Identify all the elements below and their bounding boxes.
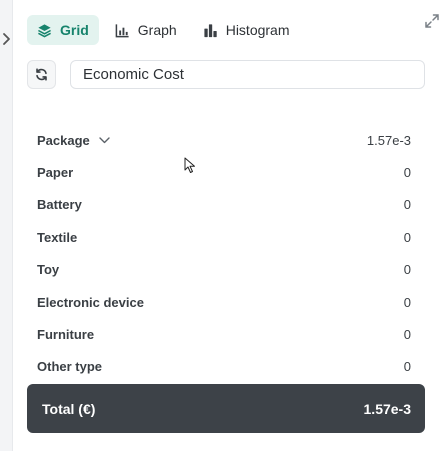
histogram-icon [204, 23, 217, 37]
collapse-panel-button[interactable] [1, 24, 23, 54]
table-row: Paper 0 [37, 156, 411, 188]
group-value: 1.57e-3 [366, 132, 411, 148]
metric-select[interactable]: Economic Cost [70, 60, 425, 89]
group-label: Package [37, 132, 90, 148]
table-row: Battery 0 [37, 189, 411, 221]
tab-histogram-label: Histogram [225, 22, 290, 38]
row-label: Furniture [37, 327, 95, 343]
table-row: Electronic device 0 [37, 286, 411, 318]
view-tabs: Grid Graph Histogram [27, 15, 300, 45]
group-toggle[interactable]: Package [37, 133, 110, 148]
row-label: Paper [37, 165, 74, 181]
tab-graph-label: Graph [137, 22, 177, 38]
total-label: Total (€) [42, 400, 96, 417]
table-row: Other type 0 [37, 351, 411, 383]
table-row: Furniture 0 [37, 318, 411, 350]
refresh-button[interactable] [27, 60, 56, 89]
total-value: 1.57e-3 [363, 400, 411, 417]
tab-grid-label: Grid [60, 22, 89, 38]
total-bar: Total (€) 1.57e-3 [27, 384, 425, 433]
row-value: 0 [403, 359, 411, 375]
results-panel: Grid Graph Histogram Economic Cost Packa… [3, 0, 446, 451]
row-value: 0 [403, 327, 411, 343]
table-row: Textile 0 [37, 221, 411, 253]
refresh-icon [36, 68, 47, 81]
chevron-right-icon [3, 33, 10, 45]
group-row-package: Package 1.57e-3 [37, 124, 411, 156]
breakdown-table: Package 1.57e-3 Paper 0 Battery 0 Textil… [37, 124, 411, 383]
mouse-pointer-icon [184, 157, 195, 173]
row-value: 0 [403, 229, 411, 245]
bar-chart-icon [115, 23, 129, 37]
row-label: Other type [37, 359, 103, 375]
expand-icon[interactable] [424, 13, 440, 29]
row-label: Electronic device [37, 294, 144, 310]
row-value: 0 [403, 294, 411, 310]
layers-icon [38, 23, 51, 37]
row-value: 0 [403, 197, 411, 213]
metric-select-value: Economic Cost [83, 66, 184, 83]
row-label: Toy [37, 262, 60, 278]
table-row: Toy 0 [37, 254, 411, 286]
tab-histogram[interactable]: Histogram [193, 15, 300, 45]
tab-grid[interactable]: Grid [27, 15, 99, 45]
row-label: Textile [37, 229, 78, 245]
chevron-down-icon [99, 136, 110, 143]
row-value: 0 [403, 165, 411, 181]
tab-graph[interactable]: Graph [105, 15, 187, 45]
row-label: Battery [37, 197, 82, 213]
row-value: 0 [403, 262, 411, 278]
